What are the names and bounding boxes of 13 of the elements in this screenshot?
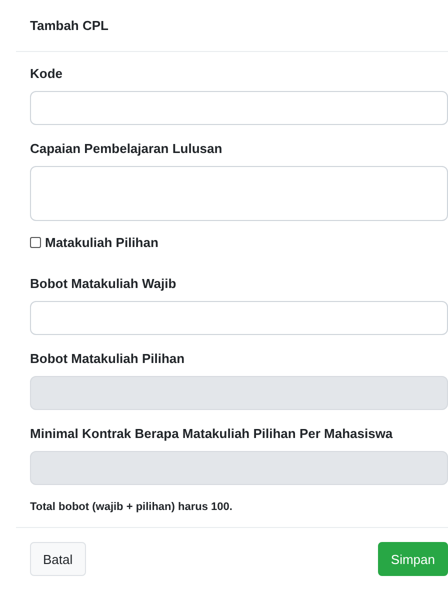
dialog-title: Tambah CPL [30, 18, 108, 33]
text-area[interactable] [30, 166, 448, 221]
field-label: Capaian Pembelajaran Lulusan [30, 141, 224, 156]
field-label: Kode [30, 66, 64, 81]
field-label: Bobot Matakuliah Pilihan [30, 351, 186, 366]
checkbox[interactable] [30, 237, 41, 248]
hint-text: Total bobot (wajib + pilihan) harus 100. [30, 501, 234, 513]
field-label: Bobot Matakuliah Wajib [30, 276, 178, 291]
checkbox-label: Matakuliah Pilihan [45, 235, 158, 250]
input-field[interactable] [30, 301, 448, 335]
input-field[interactable] [30, 91, 448, 125]
field-label: Minimal Kontrak Berapa Matakuliah Pilihan Per Mahasiswa [30, 426, 394, 441]
cancel-button[interactable]: Batal [30, 542, 86, 576]
